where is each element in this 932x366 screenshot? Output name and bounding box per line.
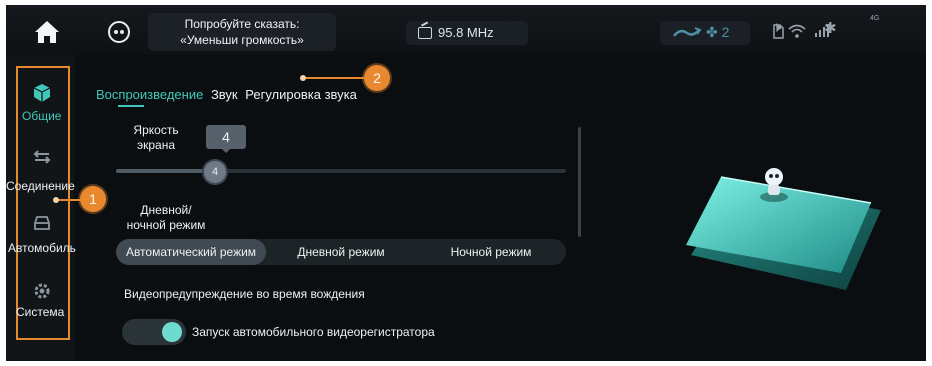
brightness-label-line1: Яркость [133, 123, 179, 137]
radio-frequency: 95.8 MHz [438, 25, 494, 40]
fan-level-value: 2 [721, 24, 730, 40]
car-icon [34, 216, 50, 230]
day-night-label-line1: Дневной/ [140, 203, 192, 217]
tab-sound[interactable]: Звук [211, 87, 238, 102]
sidebar-item-system[interactable]: Система [6, 275, 86, 329]
dashcam-toggle[interactable] [122, 319, 186, 345]
car-airflow-icon [673, 27, 702, 37]
settings-panel: Воспроизведение Звук Регулировка звука Я… [86, 67, 581, 361]
sidebar-item-label: Автомобиль [8, 241, 76, 255]
settings-screen: Попробуйте сказать: «Уменьши громкость» … [6, 5, 926, 361]
car-display-illustration [686, 168, 881, 290]
sidebar-item-label: Система [16, 305, 65, 319]
brightness-label: Яркость экрана [116, 123, 196, 153]
tab-volume-adjust[interactable]: Регулировка звука [245, 87, 357, 102]
mute-icon[interactable]: 🕨 [772, 19, 781, 36]
brightness-value-tooltip: 4 [206, 125, 246, 153]
callout-2-line [304, 77, 366, 79]
scrollbar[interactable] [578, 127, 581, 237]
voice-hint-line2: «Уменьши громкость» [180, 33, 304, 47]
gear-icon [34, 283, 50, 299]
mode-day-button[interactable]: Дневной режим [266, 239, 416, 265]
home-icon[interactable] [34, 19, 60, 45]
video-warning-heading: Видеопредупреждение во время вождения [124, 287, 365, 301]
radio-icon [418, 27, 432, 39]
mode-night-button[interactable]: Ночной режим [416, 239, 566, 265]
sidebar-item-general[interactable]: Общие [6, 77, 86, 131]
callout-1-anchor [53, 197, 59, 203]
cube-icon [33, 84, 51, 102]
dashcam-toggle-label: Запуск автомобильного видеорегистратора [192, 325, 435, 339]
sidebar-item-label: Общие [22, 109, 62, 123]
status-icons: 🕨 ✱ 4G [772, 15, 879, 43]
network-type: 4G [870, 15, 880, 22]
active-tab-indicator [118, 105, 144, 107]
sidebar-item-label: Соединение [6, 179, 75, 193]
voice-assistant[interactable]: Попробуйте сказать: «Уменьши громкость» [104, 11, 344, 51]
tab-playback[interactable]: Воспроизведение [96, 87, 203, 102]
mode-auto-button[interactable]: Автоматический режим [116, 239, 266, 265]
top-bar: Попробуйте сказать: «Уменьши громкость» … [6, 5, 926, 55]
wifi-icon[interactable] [788, 23, 806, 39]
voice-assistant-icon[interactable] [108, 21, 130, 43]
transfer-icon [33, 150, 51, 164]
brightness-slider-handle[interactable]: 4 [204, 161, 226, 183]
toggle-knob [162, 322, 182, 342]
day-night-label-line2: ночной режим [126, 218, 206, 232]
brightness-slider-fill [116, 169, 215, 173]
callout-2-badge: 2 [364, 65, 390, 91]
day-night-label: Дневной/ ночной режим [116, 203, 216, 233]
fan-level: ✤ 2 [706, 24, 730, 40]
bluetooth-icon[interactable]: ✱ [824, 19, 837, 37]
radio-station-button[interactable]: 95.8 MHz [406, 21, 528, 45]
tab-bar: Воспроизведение Звук Регулировка звука [96, 87, 357, 102]
sidebar-item-vehicle[interactable]: Автомобиль [6, 205, 86, 259]
callout-2-anchor [300, 75, 306, 81]
sidebar-item-connection[interactable]: Соединение [6, 141, 86, 195]
brightness-label-line2: экрана [136, 138, 176, 152]
voice-hint-line1: Попробуйте сказать: [184, 17, 300, 31]
callout-1-badge: 1 [80, 186, 106, 212]
climate-status[interactable]: ✤ 2 [660, 21, 750, 45]
day-night-mode-selector: Автоматический режим Дневной режим Ночно… [116, 239, 566, 265]
